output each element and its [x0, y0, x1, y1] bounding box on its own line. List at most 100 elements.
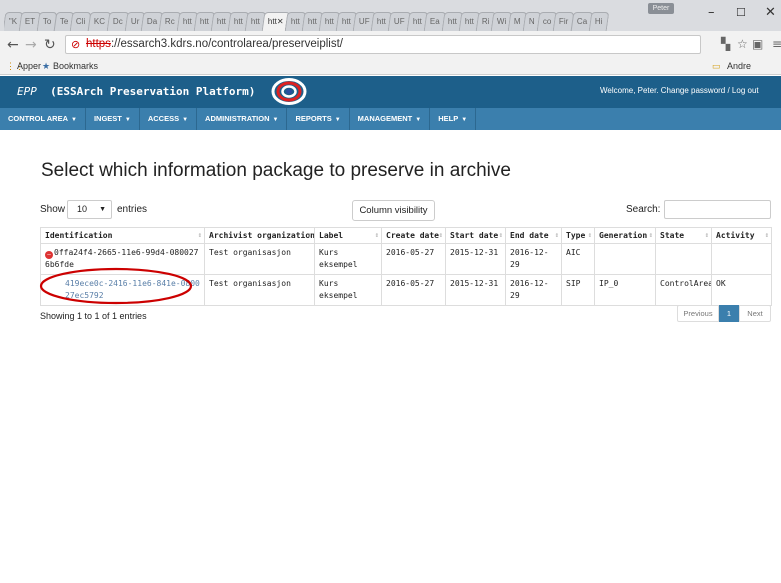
nav-item-label: ADMINISTRATION: [205, 114, 270, 123]
table-cell-id[interactable]: 419ece0c-2416-11e6-841e-080027ec5792: [40, 274, 205, 306]
cell-value: AIC: [566, 248, 581, 257]
nav-item-label: ACCESS: [147, 114, 180, 123]
column-header-label: Label: [319, 231, 344, 240]
next-page-button[interactable]: Next: [739, 305, 771, 322]
browser-tab-label: "K: [8, 17, 18, 26]
browser-tab-label: htt: [464, 17, 474, 26]
column-header[interactable]: Label ↕: [314, 227, 382, 244]
nav-item-control-area[interactable]: CONTROL AREA ▼: [0, 108, 86, 130]
welcome-text[interactable]: Welcome, Peter. Change password / Log ou…: [600, 86, 759, 95]
back-icon[interactable]: ←: [7, 37, 19, 53]
browser-tab-label: Ca: [576, 17, 587, 26]
column-header[interactable]: Start date ↕: [445, 227, 506, 244]
cell-value: 2016-05-27: [386, 279, 435, 288]
maximize-icon[interactable]: ☐: [736, 6, 746, 19]
close-window-icon[interactable]: ✕: [765, 5, 776, 20]
browser-tab-label: ET: [25, 17, 36, 26]
browser-tab-label: N: [529, 17, 535, 26]
table-cell-id[interactable]: –0ffa24f4-2665-11e6-99d4-0800276b6fde: [40, 243, 205, 275]
browser-tab-label: htt: [267, 17, 277, 26]
table-cell-start: 2015-12-31: [445, 274, 506, 306]
browser-tab-label: htt: [412, 17, 422, 26]
chevron-down-icon: ▼: [461, 117, 468, 123]
cell-value: Kurs eksempel: [319, 279, 358, 300]
entries-select[interactable]: 10 ▼: [67, 200, 112, 219]
cell-value: ControlArea: [660, 279, 712, 288]
browser-tab-label: Ea: [429, 17, 440, 26]
error-icon[interactable]: –: [45, 251, 53, 259]
table-info: Showing 1 to 1 of 1 entries: [40, 311, 147, 321]
extension-icon[interactable]: ▣: [752, 37, 763, 51]
page-1-button[interactable]: 1: [719, 305, 739, 322]
reload-icon[interactable]: ↻: [44, 37, 56, 53]
page-title: Select which information package to pres…: [41, 160, 511, 181]
address-bar[interactable]: ⊘ https://essarch3.kdrs.no/controlarea/pr…: [65, 35, 701, 54]
column-header[interactable]: Activity ↕: [711, 227, 772, 244]
column-header[interactable]: Create date ↕: [381, 227, 446, 244]
table-cell-label: Kurs eksempel: [314, 274, 382, 306]
nav-item-administration[interactable]: ADMINISTRATION ▼: [197, 108, 288, 130]
column-header-label: Generation: [599, 231, 648, 240]
column-header[interactable]: Type ↕: [561, 227, 595, 244]
sort-icon: ↕: [197, 231, 202, 239]
tab-strip: "K ET To Te Cli KC Dc Ur Da Rc htt htt htt htt htt htt …: [4, 12, 676, 31]
url-path: ://essarch3.kdrs.no/controlarea/preserve…: [110, 38, 343, 50]
bookmarks-bar: ⋮⋮ Apper ★ Bookmarks ▭ Andre bokmerker: [0, 58, 781, 87]
minimize-icon[interactable]: –: [708, 5, 715, 20]
nav-item-label: HELP: [438, 114, 459, 123]
table-cell-create: 2016-05-27: [381, 274, 446, 306]
browser-tab-label: M: [514, 17, 522, 26]
forward-icon[interactable]: →: [25, 37, 37, 53]
star-icon: ★: [42, 61, 51, 71]
sort-icon: ↕: [498, 231, 503, 239]
sort-icon: ↕: [307, 231, 312, 239]
nav-item-access[interactable]: ACCESS ▼: [140, 108, 198, 130]
browser-tab-label: htt: [308, 17, 317, 26]
entries-label: entries: [117, 204, 148, 215]
chevron-down-icon: ▼: [415, 117, 422, 123]
column-header[interactable]: Archivist organization ↕: [204, 227, 315, 244]
app-title[interactable]: EPP (ESSArch Preservation Platform): [17, 85, 255, 98]
cell-value: 2015-12-31: [450, 279, 499, 288]
column-visibility-button[interactable]: Column visibility: [352, 200, 435, 221]
previous-page-button[interactable]: Previous: [677, 305, 719, 322]
column-header-label: Start date: [450, 231, 499, 240]
column-header[interactable]: Identification ↕: [40, 227, 205, 244]
nav-item-help[interactable]: HELP ▼: [430, 108, 477, 130]
star-icon[interactable]: ☆: [737, 37, 748, 51]
nav-item-reports[interactable]: REPORTS ▼: [287, 108, 350, 130]
table-cell-activity: OK: [711, 274, 772, 306]
table-cell-generation: IP_0: [594, 274, 656, 306]
bookmarks-label[interactable]: Bookmarks: [53, 58, 98, 74]
table-cell-generation: [594, 243, 656, 275]
column-header[interactable]: State ↕: [655, 227, 712, 244]
nav-item-ingest[interactable]: INGEST ▼: [86, 108, 140, 130]
cell-value: 2016-12-29: [510, 279, 549, 300]
browser-tab[interactable]: Hi: [588, 12, 609, 31]
nav-item-label: REPORTS: [295, 114, 332, 123]
search-input[interactable]: [664, 200, 771, 219]
nav-item-management[interactable]: MANAGEMENT ▼: [350, 108, 431, 130]
table-row[interactable]: –0ffa24f4-2665-11e6-99d4-0800276b6fde Tes…: [40, 243, 772, 275]
table-row[interactable]: 419ece0c-2416-11e6-841e-080027ec5792 Test…: [40, 274, 772, 306]
nav-item-label: CONTROL AREA: [8, 114, 68, 123]
sort-icon: ↕: [764, 231, 769, 239]
profile-badge[interactable]: Peter: [648, 3, 674, 14]
browser-tab-bar: "K ET To Te Cli KC Dc Ur Da Rc htt htt htt htt htt htt …: [0, 0, 781, 31]
browser-tab-label: htt: [199, 17, 209, 26]
apps-bookmark[interactable]: Apper: [17, 58, 41, 74]
cell-value: 419ece0c-2416-11e6-841e-080027ec5792: [65, 279, 200, 300]
cell-value: IP_0: [599, 279, 619, 288]
app-header: EPP (ESSArch Preservation Platform) Welc…: [0, 76, 781, 108]
cell-value: 0ffa24f4-2665-11e6-99d4-0800276b6fde: [45, 248, 199, 269]
menu-icon[interactable]: ≡: [772, 37, 781, 51]
table-header-row: Identification ↕ Archivist organization ↕ La…: [40, 227, 772, 244]
column-header[interactable]: Generation ↕: [594, 227, 656, 244]
browser-tab-label: Da: [146, 17, 158, 26]
browser-tab-label: htt: [182, 17, 192, 26]
close-tab-icon[interactable]: ✕: [276, 13, 283, 31]
column-header[interactable]: End date ↕: [505, 227, 562, 244]
browser-tab-label: htt: [324, 17, 334, 26]
extension-icon[interactable]: ▚: [721, 37, 730, 51]
table-cell-start: 2015-12-31: [445, 243, 506, 275]
